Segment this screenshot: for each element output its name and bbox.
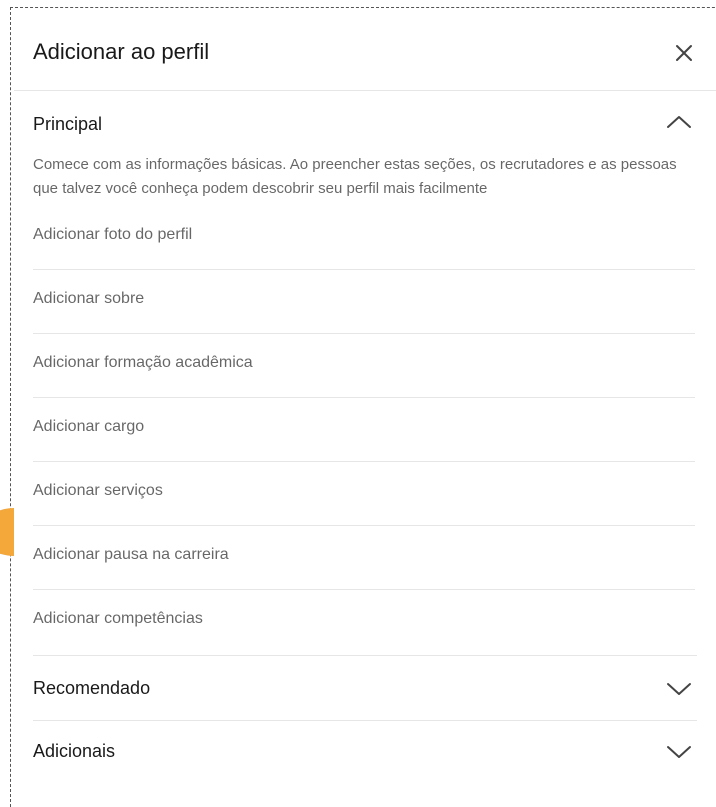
chevron-up-icon[interactable] — [664, 112, 694, 132]
list-item-add-skills[interactable]: Adicionar competências — [33, 590, 695, 654]
close-button[interactable] — [669, 38, 699, 68]
list-item-add-about[interactable]: Adicionar sobre — [33, 270, 695, 334]
section-principal-title: Principal — [33, 114, 103, 134]
section-principal-description: Comece com as informações básicas. Ao pr… — [33, 156, 677, 197]
modal-header: Adicionar ao perfil — [14, 10, 716, 91]
list-item-add-profile-photo[interactable]: Adicionar foto do perfil — [33, 206, 695, 270]
list-item-add-services[interactable]: Adicionar serviços — [33, 462, 695, 526]
chevron-down-icon[interactable] — [664, 741, 694, 761]
section-principal-header[interactable]: Principal — [14, 90, 716, 150]
principal-items-list: Adicionar foto do perfil Adicionar sobre… — [33, 206, 695, 654]
add-to-profile-modal: Adicionar ao perfil Principal Comece com… — [14, 10, 716, 770]
list-item-add-position[interactable]: Adicionar cargo — [33, 398, 695, 462]
section-recomendado-title: Recomendado — [33, 678, 151, 698]
modal-title: Adicionar ao perfil — [33, 39, 210, 64]
section-adicionais-title: Adicionais — [33, 741, 116, 761]
close-icon — [676, 45, 692, 61]
list-item-add-education[interactable]: Adicionar formação acadêmica — [33, 334, 695, 398]
chevron-down-icon[interactable] — [664, 678, 694, 698]
section-adicionais-header[interactable]: Adicionais — [14, 721, 716, 771]
list-item-add-career-break[interactable]: Adicionar pausa na carreira — [33, 526, 695, 590]
section-recomendado-header[interactable]: Recomendado — [14, 656, 716, 720]
